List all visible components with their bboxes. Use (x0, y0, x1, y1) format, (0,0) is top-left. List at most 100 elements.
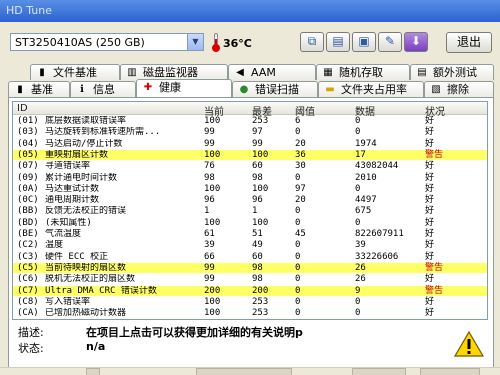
table-row[interactable]: (0A) 马达重试计数 100 100 97 0 好 (13, 184, 487, 195)
cell-id: (0A) (17, 183, 39, 194)
cell-cur: 100 (204, 217, 221, 228)
cell-status: 警告 (425, 285, 444, 296)
col-id[interactable]: ID (17, 103, 28, 114)
cell-id: (03) (17, 127, 39, 138)
cell-worst: 98 (252, 274, 263, 285)
table-header: ID 当前 最差 阈值 数据 状况 (13, 102, 487, 118)
erase-icon: ▧ (431, 84, 441, 95)
copy-icon: ⧉ (307, 34, 317, 48)
cell-data: 1974 (355, 138, 377, 149)
cell-data: 0 (355, 217, 361, 228)
tab-erase[interactable]: ▧ 擦除 (424, 81, 494, 97)
table-row[interactable]: (C8) 写入错误率 100 253 0 0 好 (13, 297, 487, 308)
cell-thr: 30 (295, 161, 306, 172)
cell-status: 好 (425, 251, 435, 262)
cell-name: 已增加热磁动计数器 (45, 308, 127, 319)
cell-cur: 76 (204, 161, 215, 172)
cell-status: 好 (425, 308, 435, 319)
cell-status: 好 (425, 127, 435, 138)
tab-benchmark[interactable]: ▮ 基准 (8, 81, 70, 97)
cell-worst: 96 (252, 195, 263, 206)
cell-id: (CA) (17, 308, 39, 319)
benchmark-icon: ▮ (17, 84, 23, 95)
exit-button[interactable]: 退出 (446, 32, 492, 53)
status-value: n/a (86, 340, 106, 353)
cell-worst: 98 (252, 262, 263, 273)
cell-id: (C8) (17, 296, 39, 307)
speaker-icon: ◀ (236, 67, 244, 78)
tab-random-access[interactable]: ▦ 随机存取 (316, 64, 410, 80)
tab-file-benchmark[interactable]: ▮ 文件基准 (30, 64, 120, 80)
table-row[interactable]: (CA) 已增加热磁动计数器 100 253 0 0 好 (13, 308, 487, 319)
cell-id: (BB) (17, 206, 39, 217)
cell-data: 4497 (355, 195, 377, 206)
table-row[interactable]: (03) 马达旋转到标准转速所需... 99 97 0 0 好 (13, 127, 487, 138)
extra-tests-icon: ▤ (417, 67, 427, 78)
copy-text-button[interactable]: ⧉ (300, 32, 324, 52)
cell-worst: 60 (252, 251, 263, 262)
cell-name: 反馈无法校正的错误 (45, 206, 127, 217)
folder-usage-icon: ▬ (325, 84, 335, 95)
table-row[interactable]: (C3) 硬件 ECC 校正 66 60 0 33226606 好 (13, 252, 487, 263)
save-button[interactable]: ▣ (352, 32, 376, 52)
drive-select-value: ST3250410AS (250 GB) (15, 36, 145, 49)
table-row[interactable]: (BE) 气流温度 61 51 45 822607911 好 (13, 229, 487, 240)
status-progress (196, 368, 292, 375)
cell-cur: 99 (204, 262, 215, 273)
cell-id: (04) (17, 138, 39, 149)
cell-status: 好 (425, 274, 435, 285)
cell-id: (C3) (17, 251, 39, 262)
table-row[interactable]: (C5) 当前待映射的扇区数 99 98 0 26 警告 (13, 262, 487, 274)
cell-name: 寻道错误率 (45, 161, 91, 172)
cell-worst: 49 (252, 240, 263, 251)
cell-thr: 0 (295, 274, 301, 285)
cell-data: 33226606 (355, 251, 399, 262)
cell-cur: 200 (204, 285, 221, 296)
tab-health[interactable]: ✚ 健康 (136, 79, 232, 97)
table-row[interactable]: (09) 累计通电时间计数 98 98 0 2010 好 (13, 173, 487, 184)
cell-thr: 0 (295, 296, 301, 307)
tab-extra-tests[interactable]: ▤ 额外测试 (410, 64, 494, 80)
status-button-1[interactable] (352, 368, 406, 375)
cell-status: 好 (425, 116, 435, 126)
tab-folder-usage[interactable]: ▬ 文件夹占用率 (318, 81, 424, 97)
cell-id: (C2) (17, 240, 39, 251)
tab-info[interactable]: ℹ 信息 (70, 81, 136, 97)
options-button[interactable]: ✎ (378, 32, 402, 52)
table-row[interactable]: (0C) 通电周期计数 96 96 20 4497 好 (13, 195, 487, 206)
error-scan-icon: ● (239, 84, 249, 95)
tab-disk-monitor[interactable]: ▥ 磁盘监视器 (120, 64, 228, 80)
file-benchmark-icon: ▮ (39, 67, 45, 78)
cell-name: 脱机无法校正的扇区数 (45, 274, 136, 285)
random-access-icon: ▦ (323, 67, 333, 78)
table-row[interactable]: (C2) 温度 39 49 0 39 好 (13, 240, 487, 251)
cell-data: 9 (355, 285, 361, 296)
cell-worst: 1 (252, 206, 258, 217)
copy-screenshot-button[interactable]: ▤ (326, 32, 350, 52)
menu-bar (0, 22, 500, 30)
cell-data: 0 (355, 116, 361, 126)
status-button-2[interactable] (420, 368, 480, 375)
download-button[interactable]: ⬇ (404, 32, 428, 52)
cell-cur: 66 (204, 251, 215, 262)
table-row[interactable]: (BB) 反馈无法校正的错误 1 1 0 675 好 (13, 206, 487, 217)
tab-aam[interactable]: ◀ AAM (228, 64, 316, 80)
table-row[interactable]: (C6) 脱机无法校正的扇区数 99 98 0 26 好 (13, 274, 487, 285)
cell-name: 写入错误率 (45, 296, 91, 307)
smart-table[interactable]: ID 当前 最差 阈值 数据 状况 (01) 底层数据读取错误率 100 253 6 0 好… (12, 101, 488, 320)
tab-error-scan[interactable]: ● 错误扫描 (232, 81, 318, 97)
table-row[interactable]: (04) 马达启动/停止计数 99 99 20 1974 好 (13, 139, 487, 150)
table-row[interactable]: (07) 寻道错误率 76 60 30 43082044 好 (13, 161, 487, 172)
table-row[interactable]: (05) 重映射扇区计数 100 100 36 17 警告 (13, 149, 487, 161)
drive-select[interactable]: ST3250410AS (250 GB) ▼ (10, 33, 204, 51)
table-row[interactable]: (01) 底层数据读取错误率 100 253 6 0 好 (13, 116, 487, 127)
cell-thr: 0 (295, 285, 301, 296)
chevron-down-icon[interactable]: ▼ (187, 34, 203, 50)
cell-thr: 0 (295, 262, 301, 273)
cell-status: 好 (425, 183, 435, 194)
table-row[interactable]: (BD) (未知属性) 100 100 0 0 好 (13, 218, 487, 229)
title-bar: HD Tune (0, 0, 500, 22)
cell-status: 警告 (425, 149, 444, 160)
table-row[interactable]: (C7) Ultra DMA CRC 错误计数 200 200 0 9 警告 (13, 285, 487, 297)
cell-cur: 39 (204, 240, 215, 251)
